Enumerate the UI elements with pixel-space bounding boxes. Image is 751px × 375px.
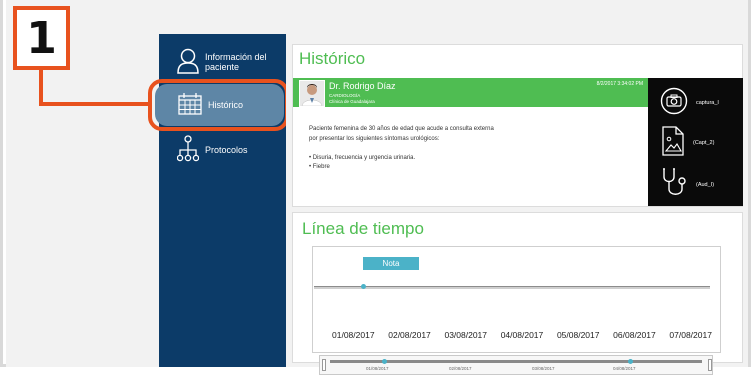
image-file-icon <box>661 125 685 161</box>
note-line: Paciente femenina de 30 años de edad que… <box>309 126 494 132</box>
timeline-chart[interactable]: Nota 01/08/2017 02/08/2017 03/08/2017 04… <box>312 246 721 375</box>
timeline-navigator[interactable]: 01/08/2017 02/08/2017 03/08/2017 04/08/2… <box>319 355 713 375</box>
callout-number: 1 <box>26 12 57 64</box>
timeline-axis <box>314 286 710 289</box>
callout-number-box: 1 <box>13 6 70 70</box>
doctor-name: Dr. Rodrigo Díaz <box>329 81 396 91</box>
note-datetime: 8/2/2017 3:34:02 PM <box>596 81 643 87</box>
doctor-specialty: CARDIOLOGÍA <box>329 93 361 98</box>
stethoscope-icon <box>660 167 688 204</box>
person-outline-icon <box>177 48 199 76</box>
attachment-audio[interactable]: (Aud_I) <box>648 167 743 204</box>
timeline-date: 05/08/2017 <box>556 330 600 340</box>
doctor-header[interactable]: Dr. Rodrigo Díaz CARDIOLOGÍA Clínica de … <box>293 78 649 107</box>
org-chart-icon <box>176 135 200 165</box>
callout-highlight-ring <box>148 79 289 131</box>
attachment-label: captura_I <box>696 100 719 106</box>
sidebar-item-label: Información del <box>205 51 267 62</box>
timeline-date: 06/08/2017 <box>613 330 656 340</box>
timeline-date: 02/08/2017 <box>388 330 431 340</box>
callout-connector-horizontal <box>39 102 151 106</box>
attachments-panel: captura_I (Capt_2) (Aud_I) <box>648 78 743 206</box>
camera-icon <box>660 87 688 120</box>
timeline-event-marker[interactable] <box>361 284 366 289</box>
doctor-clinic: Clínica de Guadalajara <box>329 99 375 104</box>
timeline-date: 01/08/2017 <box>332 330 375 340</box>
history-card: Histórico Dr. Rodrigo Díaz CARDIOLOGÍA C… <box>292 44 743 207</box>
callout-connector-vertical <box>39 70 43 106</box>
history-title: Histórico <box>299 49 366 68</box>
attachment-label: (Aud_I) <box>696 182 715 188</box>
timeline-event-label[interactable]: Nota <box>363 257 419 270</box>
sidebar-item-protocolos[interactable]: Protocolos <box>159 134 286 166</box>
timeline-card: Línea de tiempo Nota 01/08/2017 02/08/20… <box>292 212 743 375</box>
timeline-date: 03/08/2017 <box>444 330 488 340</box>
timeline-date-labels: 01/08/2017 02/08/2017 03/08/2017 04/08/2… <box>332 330 712 340</box>
note-line: • Fiebre <box>309 164 330 170</box>
navigator-right-handle[interactable] <box>708 359 712 371</box>
sidebar-item-label: Protocolos <box>205 144 248 155</box>
attachment-photo[interactable]: captura_I <box>648 87 743 120</box>
navigator-dates: 01/08/2017 02/08/2017 03/08/2017 04/08/2… <box>320 366 714 374</box>
timeline-date: 04/08/2017 <box>500 330 544 340</box>
clinical-note: Paciente femenina de 30 años de edad que… <box>309 125 639 173</box>
note-line <box>309 144 639 154</box>
sidebar-item-label: paciente <box>205 62 240 72</box>
timeline-date: 07/08/2017 <box>669 330 712 340</box>
attachment-label: (Capt_2) <box>693 140 715 146</box>
sidebar-item-patient-info[interactable]: Información del paciente <box>159 44 286 80</box>
navigator-marker <box>382 359 387 364</box>
doctor-avatar <box>299 80 325 107</box>
note-line: por presentar los siguientes síntomas ur… <box>309 135 440 142</box>
note-line: • Disuria, frecuencia y urgencia urinari… <box>309 154 416 161</box>
timeline-title: Línea de tiempo <box>302 219 424 238</box>
navigator-marker <box>628 359 633 364</box>
attachment-image[interactable]: (Capt_2) <box>648 125 743 161</box>
